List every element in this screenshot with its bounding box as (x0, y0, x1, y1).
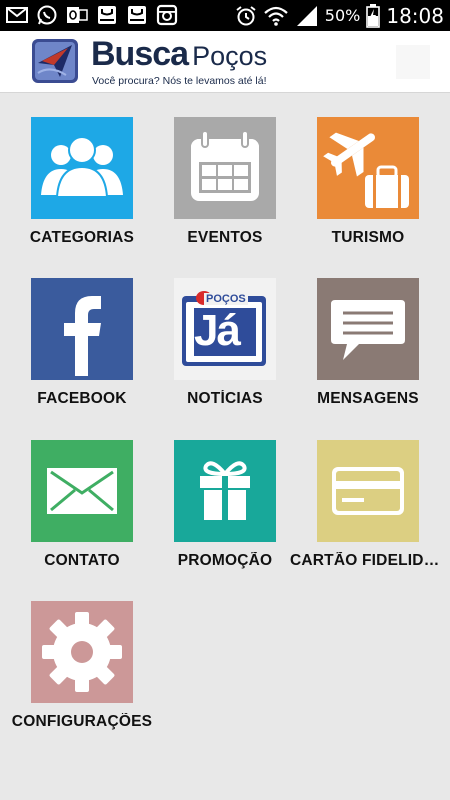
tile-configuracoes[interactable]: CONFIGURAÇÕES (2, 601, 162, 731)
tile-noticias[interactable]: POÇOS Já NOTÍCIAS (145, 278, 305, 408)
tile-label: EVENTOS (187, 229, 263, 246)
tile-facebook[interactable]: FACEBOOK (2, 278, 162, 408)
tile-icon-box (31, 278, 133, 380)
tile-label: PROMOÇÃO (177, 552, 273, 569)
outlook-icon (67, 7, 88, 23)
tile-icon-box (31, 601, 133, 703)
galaxy-icon (128, 6, 146, 24)
signal-icon (296, 5, 317, 26)
calendar-icon (174, 117, 276, 219)
tile-label: CARTÃO FIDELIDADE (290, 552, 448, 569)
credit-card-icon (317, 440, 419, 542)
tile-label: MENSAGENS (317, 390, 419, 407)
brand-name: Busca Poços (91, 35, 267, 74)
tagline: Você procura? Nós te levamos até lá! (92, 75, 267, 87)
tile-label: CONFIGURAÇÕES (11, 713, 153, 730)
tile-label: CATEGORIAS (29, 229, 135, 246)
facebook-icon (31, 278, 133, 380)
header-action-slot (396, 45, 430, 79)
tile-cartao-fidelidade[interactable]: CARTÃO FIDELIDADE (288, 440, 448, 570)
tile-label: CONTATO (44, 552, 120, 569)
wifi-icon (264, 6, 288, 26)
tile-icon-box (174, 440, 276, 542)
tile-label: TURISMO (331, 229, 405, 246)
tile-icon-box (317, 278, 419, 380)
tile-label: FACEBOOK (37, 390, 127, 407)
whatsapp-icon (37, 5, 57, 25)
email-icon (6, 7, 28, 23)
users-icon (31, 117, 133, 219)
brand-main: Busca (91, 35, 189, 73)
tile-icon-box (31, 117, 133, 219)
tile-promocao[interactable]: PROMOÇÃO (145, 440, 305, 570)
status-bar: 50% 18:08 (0, 0, 450, 31)
gift-icon (174, 440, 276, 542)
pocos-ja-top-text: POÇOS (204, 293, 248, 305)
clock: 18:08 (386, 3, 444, 28)
envelope-icon (31, 440, 133, 542)
tile-icon-box (174, 117, 276, 219)
battery-icon (366, 3, 381, 28)
tile-icon-box: POÇOS Já (174, 278, 276, 380)
gear-icon (31, 601, 133, 703)
tile-icon-box (31, 440, 133, 542)
instagram-icon (156, 4, 178, 26)
tile-mensagens[interactable]: MENSAGENS (288, 278, 448, 408)
app-header: Busca Poços Você procura? Nós te levamos … (0, 31, 450, 93)
chat-bubble-icon (317, 278, 419, 380)
alarm-icon (236, 5, 256, 25)
galaxy-icon (98, 6, 116, 24)
system-status: 50% 18:08 (235, 0, 444, 31)
tile-icon-box (317, 440, 419, 542)
pocos-ja-main-text: Já (194, 306, 241, 355)
travel-icon (317, 117, 419, 219)
tile-label: NOTÍCIAS (187, 390, 263, 407)
brand-secondary: Poços (192, 41, 268, 71)
tile-icon-box (317, 117, 419, 219)
battery-percent: 50% (324, 6, 361, 25)
tile-contato[interactable]: CONTATO (2, 440, 162, 570)
tile-eventos[interactable]: EVENTOS (145, 117, 305, 247)
busca-pocos-logo-icon (32, 39, 78, 83)
tile-turismo[interactable]: TURISMO (288, 117, 448, 247)
tile-categorias[interactable]: CATEGORIAS (2, 117, 162, 247)
notification-icons (6, 4, 178, 26)
